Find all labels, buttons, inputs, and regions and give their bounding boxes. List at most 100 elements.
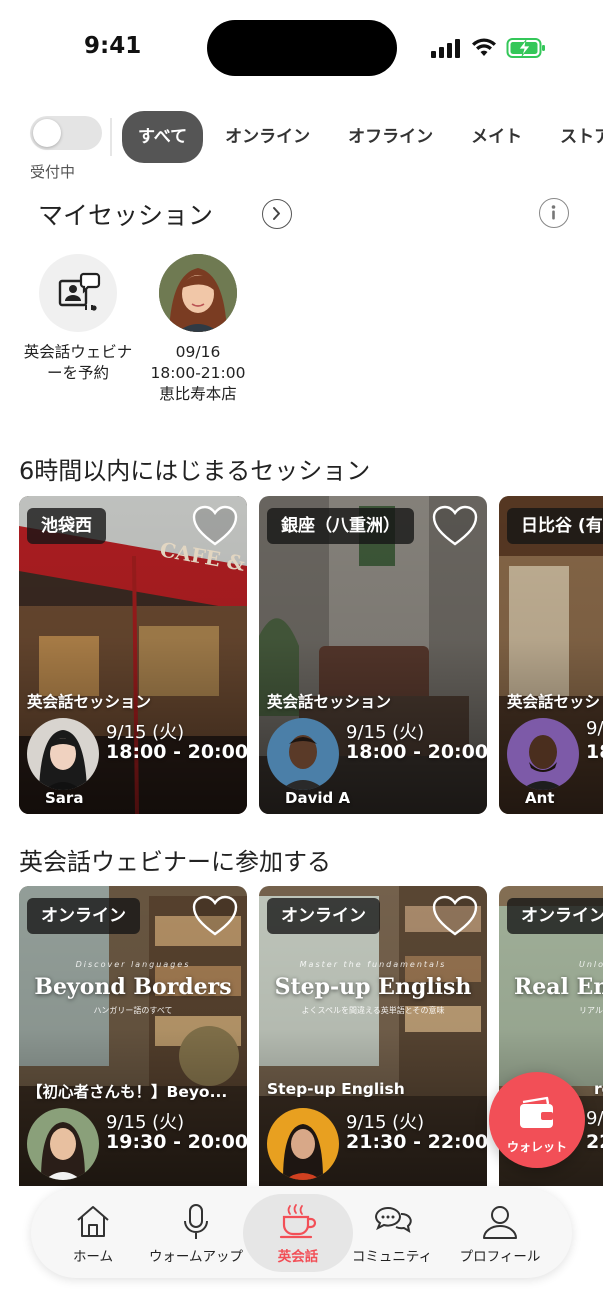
area-tag: 日比谷 (有楽: [507, 508, 603, 544]
upcoming-session-info: 09/16 18:00-21:00 恵比寿本店: [128, 342, 268, 405]
session-time: 18:00 - 20:00: [106, 741, 247, 763]
home-icon: [77, 1206, 109, 1237]
nav-home-label: ホーム: [72, 1249, 114, 1265]
info-icon: [551, 205, 556, 220]
favorite-heart-icon[interactable]: [431, 504, 479, 548]
wallet-label: ウォレット: [506, 1140, 567, 1154]
poster-title: Beyond Borders: [34, 974, 232, 1000]
tab-offline[interactable]: オフライン: [332, 111, 449, 163]
host-photo: [267, 1108, 339, 1180]
favorite-heart-icon[interactable]: [431, 894, 479, 938]
webinar-icon: [58, 272, 101, 311]
host-name: Ant: [525, 789, 555, 807]
webinar-time: 21:30 - 22:00: [346, 1131, 487, 1153]
book-webinar-label: 英会話ウェビナーを予約: [23, 343, 133, 382]
info-button[interactable]: [539, 198, 569, 228]
poster-subtitle: Discover languages: [75, 960, 191, 969]
host-photo: [267, 718, 339, 790]
host-name: Sara: [45, 789, 84, 807]
webinar-title: 【初心者さんも！】Beyo...: [27, 1083, 228, 1101]
host-avatar: [507, 718, 579, 790]
online-tag: オンライン: [267, 898, 380, 934]
nav-warmup[interactable]: ウォームアップ: [141, 1188, 251, 1278]
host-photo: [27, 718, 99, 790]
user-icon: [483, 1206, 517, 1239]
tab-divider: [110, 118, 112, 156]
upcoming-session-item[interactable]: 09/16 18:00-21:00 恵比寿本店: [128, 254, 268, 405]
poster-title: Step-up English: [274, 974, 472, 1000]
coffee-cup-icon: [279, 1204, 317, 1239]
host-avatar: [267, 1108, 339, 1180]
tab-mate[interactable]: メイト: [455, 111, 538, 163]
wifi-icon: [472, 38, 496, 56]
wallet-button[interactable]: ウォレット: [489, 1072, 585, 1168]
wallet-icon: [520, 1096, 553, 1128]
host-avatar: [27, 1108, 99, 1180]
microphone-icon: [184, 1204, 208, 1239]
nav-home[interactable]: ホーム: [38, 1188, 148, 1278]
poster-tagline: ハンガリー語のすべて: [93, 1006, 173, 1015]
filter-tabs: すべて オンライン オフライン メイト ストア: [122, 110, 603, 164]
bottom-nav: ホーム ウォームアップ 英会話 コミュニティ プロフィール: [31, 1188, 572, 1278]
nav-community-label: コミュニティ: [351, 1249, 433, 1265]
soon-card-row: CAFE & R 池袋西 英会話セッション Sara 9/15 (火) 18:0…: [19, 496, 603, 816]
webinar-card[interactable]: Master the fundamentals Step-up English …: [259, 886, 487, 1186]
tab-online[interactable]: オンライン: [209, 111, 326, 163]
chat-bubbles-icon: [374, 1207, 412, 1234]
poster-tagline: よくスペルを間違える英単語とその意味: [301, 1006, 445, 1015]
nav-community[interactable]: コミュニティ: [337, 1188, 447, 1278]
nav-profile-label: プロフィール: [459, 1249, 541, 1265]
book-webinar-avatar: [39, 254, 117, 332]
dynamic-island: [207, 20, 397, 76]
session-time: 18: [586, 741, 603, 763]
nav-profile[interactable]: プロフィール: [445, 1188, 555, 1278]
toggle-knob: [33, 119, 61, 147]
poster-subtitle: Unloc: [579, 960, 603, 969]
online-tag: オンライン: [27, 898, 140, 934]
book-webinar-item[interactable]: 英会話ウェビナーを予約: [8, 254, 148, 384]
poster-title: Real Engl: [514, 974, 603, 1000]
session-card[interactable]: CAFE & R 池袋西 英会話セッション Sara 9/15 (火) 18:0…: [19, 496, 247, 814]
webinar-card[interactable]: Discover languages Beyond Borders ハンガリー語…: [19, 886, 247, 1186]
tab-store[interactable]: ストア: [544, 111, 603, 163]
webinar-time: 22: [586, 1131, 603, 1153]
session-type: 英会話セッション: [267, 693, 392, 711]
upcoming-time: 18:00-21:00: [150, 364, 246, 382]
status-icons: [430, 36, 546, 60]
open-only-label: 受付中: [30, 163, 76, 181]
host-avatar: [267, 718, 339, 790]
upcoming-place: 恵比寿本店: [159, 385, 237, 403]
poster-tagline: リアル: [579, 1006, 603, 1015]
chevron-right-icon: [273, 207, 280, 220]
webinar-time: 19:30 - 20:00: [106, 1131, 247, 1153]
session-time: 18:00 - 20:00: [346, 741, 487, 763]
area-tag: 銀座（八重洲）: [267, 508, 414, 544]
poster-subtitle: Master the fundamentals: [299, 960, 447, 969]
host-photo: [159, 254, 237, 332]
upcoming-host-avatar: [159, 254, 237, 332]
webinar-date: 9/: [586, 1108, 603, 1129]
session-date: 9/: [586, 718, 603, 739]
online-tag: オンライン: [507, 898, 603, 934]
soon-section-title: 6時間以内にはじまるセッション: [19, 457, 371, 485]
nav-warmup-label: ウォームアップ: [148, 1249, 244, 1265]
favorite-heart-icon[interactable]: [191, 894, 239, 938]
webinar-section-title: 英会話ウェビナーに参加する: [19, 848, 331, 876]
my-session-more-button[interactable]: [262, 199, 292, 229]
webinar-title: Step-up English: [267, 1080, 405, 1098]
session-type: 英会話セッション: [27, 693, 152, 711]
area-tag: 池袋西: [27, 508, 106, 544]
host-avatar: [27, 718, 99, 790]
host-photo: [27, 1108, 99, 1180]
tab-all[interactable]: すべて: [122, 111, 204, 163]
battery-charging-icon: [506, 38, 545, 58]
my-session-title: マイセッション: [38, 201, 214, 230]
session-card[interactable]: 銀座（八重洲） 英会話セッション David A 9/15 (火) 18:00 …: [259, 496, 487, 814]
session-type: 英会話セッシ: [507, 693, 601, 711]
favorite-heart-icon[interactable]: [191, 504, 239, 548]
host-photo: [507, 718, 579, 790]
signal-icon: [431, 39, 460, 58]
open-only-toggle[interactable]: [30, 116, 102, 150]
status-time: 9:41: [84, 33, 142, 59]
session-card[interactable]: 日比谷 (有楽 英会話セッシ Ant 9/ 18: [499, 496, 603, 814]
